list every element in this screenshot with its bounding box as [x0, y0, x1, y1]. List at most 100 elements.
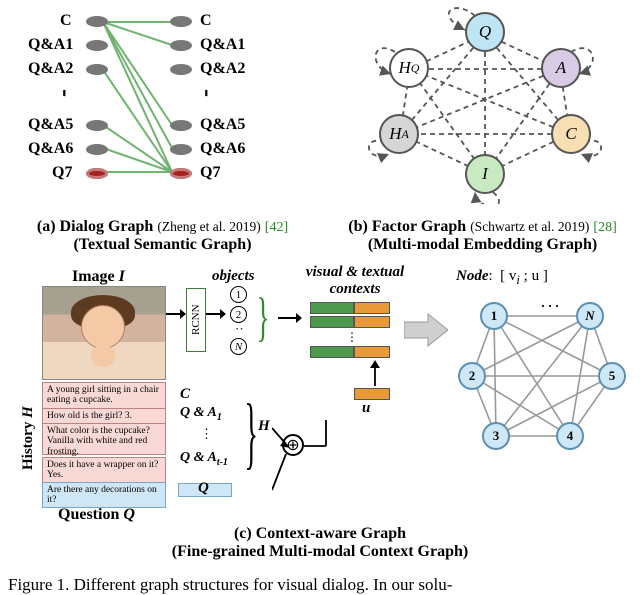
- history-qa1: How old is the girl? 3.: [42, 408, 166, 424]
- arrow-icon: [278, 308, 302, 328]
- ca-node: 2: [458, 362, 486, 390]
- ca-node: 5: [598, 362, 626, 390]
- label: Q: [479, 22, 491, 42]
- dg-node-label: Q&A6: [28, 140, 73, 158]
- image-label: Image I: [72, 268, 125, 286]
- node-label: Node: [ vi ; u ]: [456, 268, 548, 288]
- history-qa3: Does it have a wrapper on it? Yes.: [42, 457, 166, 484]
- dg-node-label: Q&A5: [28, 116, 73, 134]
- dg-node-label: Q&A2: [200, 60, 245, 78]
- label: H: [399, 58, 411, 78]
- context-complete-graph: 1 N 2 5 3 4 ···: [452, 288, 632, 458]
- ellipsis-icon: ⋮: [346, 330, 358, 345]
- factor-graph: Q A C I HA HQ: [335, 4, 635, 214]
- cap-ref: (Zheng et al. 2019): [157, 219, 260, 234]
- ellipsis-icon: ⋮: [200, 426, 213, 442]
- ellipsis-icon: ...: [63, 89, 71, 95]
- I-symbol: I: [119, 268, 125, 285]
- dg-node: [170, 16, 192, 27]
- label: C: [565, 124, 576, 144]
- history-caption: A young girl sitting in a chair eating a…: [42, 382, 166, 409]
- txt: Image: [72, 268, 115, 285]
- sample-image: [42, 286, 166, 380]
- cap-sub: (Textual Semantic Graph): [73, 236, 251, 253]
- cap-bold: (b) Factor Graph: [348, 218, 466, 235]
- sub: A: [401, 127, 408, 142]
- ca-node: 1: [480, 302, 508, 330]
- ca-node: N: [576, 302, 604, 330]
- ellipsis-icon: ···: [540, 296, 561, 317]
- flow-arrows: [272, 420, 332, 500]
- QA1-symbol: Q & A1: [180, 405, 222, 423]
- Q-symbol: Q: [123, 506, 135, 523]
- dg-node-label: Q&A2: [28, 60, 73, 78]
- vis-tex-label: visual & textualcontexts: [300, 264, 410, 298]
- dg-node-label: Q&A1: [28, 36, 73, 54]
- cap-cite: [28]: [593, 220, 616, 235]
- dg-node: [86, 16, 108, 27]
- question-box: Are there any decorations on it?: [42, 482, 166, 508]
- dg-node-label: C: [60, 12, 72, 30]
- dialog-graph: C Q&A1 Q&A2 ... Q&A5 Q&A6 Q7 C Q&A1 Q&A2…: [10, 8, 315, 218]
- caption-a: (a) Dialog Graph (Zheng et al. 2019) [42…: [10, 218, 315, 254]
- fg-node-A: A: [541, 48, 581, 88]
- fg-node-HQ: HQ: [389, 48, 429, 88]
- dg-node: [170, 64, 192, 75]
- brace-icon: }: [256, 286, 269, 348]
- objects-label: objects: [212, 268, 255, 285]
- figure-canvas: C Q&A1 Q&A2 ... Q&A5 Q&A6 Q7 C Q&A1 Q&A2…: [0, 0, 640, 595]
- big-arrow-icon: [404, 312, 448, 348]
- arrow-up-icon: [368, 360, 382, 386]
- label: H: [389, 124, 401, 144]
- rcnn-box: RCNN: [186, 288, 206, 352]
- figure-caption: Figure 1. Different graph structures for…: [8, 575, 452, 595]
- fg-node-HA: HA: [379, 114, 419, 154]
- txt: History: [20, 422, 36, 470]
- ca-node: 3: [482, 422, 510, 450]
- dg-node: [170, 120, 192, 131]
- fg-node-C: C: [551, 114, 591, 154]
- dg-node-label: Q&A5: [200, 116, 245, 134]
- cap-ref: (Schwartz et al. 2019): [470, 219, 589, 234]
- object-node: N: [230, 338, 247, 355]
- object-node: 1: [230, 286, 247, 303]
- cap-sub: (Multi-modal Embedding Graph): [368, 236, 597, 253]
- cap-sub: (Fine-grained Multi-modal Context Graph): [172, 543, 468, 560]
- arrow-icon: [206, 304, 226, 324]
- history-label: History H: [20, 406, 37, 470]
- dg-node: [170, 144, 192, 155]
- ca-node: 4: [556, 422, 584, 450]
- QAt-symbol: Q & At-1: [180, 450, 228, 468]
- face-shape: [81, 305, 125, 349]
- label: I: [482, 164, 488, 184]
- label: A: [556, 58, 566, 78]
- caption-b: (b) Factor Graph (Schwartz et al. 2019) …: [330, 218, 635, 254]
- ellipsis-icon: ··: [235, 326, 244, 331]
- dg-current-node: [86, 168, 108, 179]
- C-symbol: C: [180, 386, 190, 403]
- hands-shape: [91, 345, 115, 367]
- dg-node: [86, 40, 108, 51]
- u-label: u: [362, 400, 370, 417]
- cap-bold: (c) Context-aware Graph: [234, 525, 406, 542]
- dg-node-label: Q&A6: [200, 140, 245, 158]
- dg-node: [86, 144, 108, 155]
- dg-current-node: [170, 168, 192, 179]
- dg-node: [86, 120, 108, 131]
- ellipsis-icon: ...: [205, 89, 213, 95]
- history-qa2: What color is the cupcake? Vanilla with …: [42, 423, 166, 455]
- caption-c: (c) Context-aware Graph (Fine-grained Mu…: [0, 525, 640, 561]
- dg-node-label: Q7: [200, 164, 220, 182]
- dg-node-label: Q7: [52, 164, 72, 182]
- arrow-icon: [166, 304, 186, 324]
- H-symbol: H: [20, 406, 36, 418]
- fg-node-I: I: [465, 154, 505, 194]
- H-brace-label: H: [258, 418, 270, 435]
- dg-node: [86, 64, 108, 75]
- cap-bold: (a) Dialog Graph: [37, 218, 153, 235]
- sub: Q: [411, 61, 420, 76]
- context-aware-graph-panel: Image I History H A young girl sitting i…: [0, 270, 640, 565]
- Q-bar-label: Q: [198, 480, 209, 497]
- dg-node-label: C: [200, 12, 212, 30]
- dg-node: [170, 40, 192, 51]
